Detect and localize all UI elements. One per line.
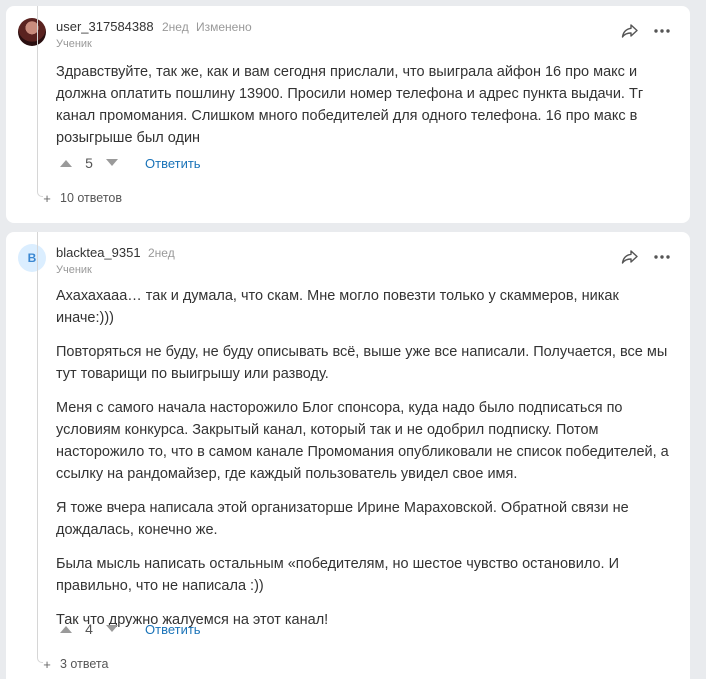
comment-body: Здравствуйте, так же, как и вам сегодня … — [56, 61, 676, 161]
more-icon[interactable] — [652, 248, 672, 266]
comment-time: 2нед — [162, 20, 189, 34]
vote-controls: 5 — [56, 153, 122, 173]
expand-plus-icon[interactable]: + — [41, 192, 53, 205]
downvote-icon[interactable] — [102, 622, 122, 636]
downvote-icon[interactable] — [102, 156, 122, 170]
upvote-icon[interactable] — [56, 622, 76, 636]
comment-paragraph: Ахахахааа… так и думала, что скам. Мне м… — [56, 288, 619, 326]
replies-toggle[interactable]: 3 ответа — [60, 657, 108, 671]
vote-count: 5 — [85, 155, 93, 171]
comment-paragraph: Здравствуйте, так же, как и вам сегодня … — [56, 64, 644, 146]
replies-toggle[interactable]: 10 ответов — [60, 191, 122, 205]
comment-card: B blacktea_9351 2нед Ученик Ахахахааа… т… — [6, 232, 690, 679]
vote-controls: 4 — [56, 619, 122, 639]
share-icon[interactable] — [620, 248, 640, 266]
reply-button[interactable]: Ответить — [145, 156, 201, 171]
edited-label: Изменено — [196, 20, 252, 34]
comment-paragraph: Я тоже вчера написала этой организаторше… — [56, 500, 629, 538]
comment-paragraph: Была мысль написать остальным «победител… — [56, 556, 619, 594]
comment-body: Ахахахааа… так и думала, что скам. Мне м… — [56, 285, 676, 643]
user-role: Ученик — [56, 264, 92, 276]
username[interactable]: blacktea_9351 — [56, 245, 141, 260]
share-icon[interactable] — [620, 22, 640, 40]
user-role: Ученик — [56, 38, 92, 50]
username[interactable]: user_317584388 — [56, 19, 154, 34]
comment-paragraph: Повторяться не буду, не буду описывать в… — [56, 344, 668, 382]
avatar[interactable] — [18, 18, 46, 46]
comment-paragraph: Меня с самого начала насторожило Блог сп… — [56, 400, 669, 482]
avatar[interactable]: B — [18, 244, 46, 272]
vote-count: 4 — [85, 621, 93, 637]
more-icon[interactable] — [652, 22, 672, 40]
comment-card: user_317584388 2нед Изменено Ученик Здра… — [6, 6, 690, 223]
expand-plus-icon[interactable]: + — [41, 658, 53, 671]
reply-button[interactable]: Ответить — [145, 622, 201, 637]
comment-time: 2нед — [148, 246, 175, 260]
upvote-icon[interactable] — [56, 156, 76, 170]
